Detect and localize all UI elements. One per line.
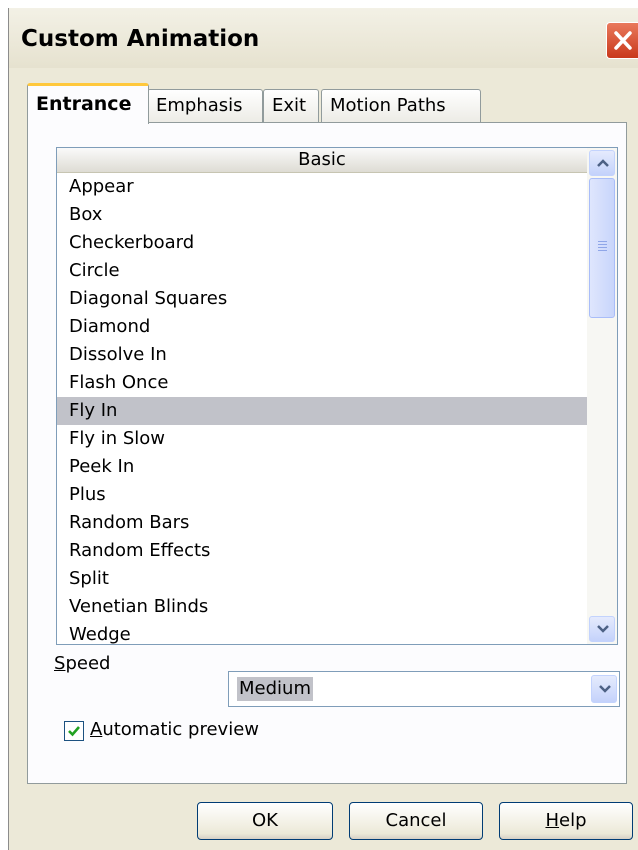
scrollbar-thumb[interactable] [589, 178, 615, 318]
effect-list-item[interactable]: Dissolve In [57, 341, 587, 369]
effect-list-item[interactable]: Circle [57, 257, 587, 285]
speed-label: Speed [54, 653, 111, 674]
effect-list-item[interactable]: Peek In [57, 453, 587, 481]
close-icon [614, 31, 632, 50]
ok-button[interactable]: OK [197, 802, 333, 840]
automatic-preview-checkbox[interactable] [64, 721, 84, 741]
speed-value: Medium [237, 677, 313, 701]
checkmark-icon [68, 726, 80, 737]
tab-exit[interactable]: Exit [263, 89, 319, 123]
effect-list-item[interactable]: Checkerboard [57, 229, 587, 257]
speed-dropdown[interactable]: Medium [228, 671, 620, 707]
cancel-button[interactable]: Cancel [349, 802, 483, 840]
effect-list-item[interactable]: Fly In [57, 397, 587, 425]
scroll-up-button[interactable] [589, 150, 615, 176]
tab-motion-paths[interactable]: Motion Paths [321, 89, 481, 123]
tab-emphasis[interactable]: Emphasis [147, 89, 263, 123]
scroll-down-button[interactable] [589, 616, 615, 642]
window-title: Custom Animation [21, 26, 260, 52]
effect-list-item[interactable]: Random Effects [57, 537, 587, 565]
speed-dropdown-button[interactable] [591, 675, 617, 703]
effect-list-item[interactable]: Fly in Slow [57, 425, 587, 453]
help-button[interactable]: Help [499, 802, 633, 840]
custom-animation-dialog: Custom Animation Entrance Emphasis Exit … [8, 8, 638, 850]
effects-list: Appear Box Checkerboard Circle Diagonal Squa… [57, 173, 587, 644]
grip-icon [598, 241, 607, 253]
effect-list-item[interactable]: Diamond [57, 313, 587, 341]
title-bar[interactable]: Custom Animation [9, 8, 638, 68]
effects-listbox[interactable]: Basic Appear Box Checkerboard Circle Diagona… [56, 147, 618, 645]
vertical-scrollbar[interactable] [587, 148, 617, 644]
effect-list-item[interactable]: Appear [57, 173, 587, 201]
entrance-tab-panel: Basic Appear Box Checkerboard Circle Diagona… [27, 122, 627, 784]
list-category-header: Basic [57, 148, 587, 173]
chevron-up-icon [597, 159, 609, 167]
tab-entrance[interactable]: Entrance [27, 83, 149, 124]
effect-list-item[interactable]: Split [57, 565, 587, 593]
effect-list-item[interactable]: Flash Once [57, 369, 587, 397]
effect-list-item[interactable]: Random Bars [57, 509, 587, 537]
effect-list-item[interactable]: Wedge [57, 621, 587, 644]
effect-list-item[interactable]: Plus [57, 481, 587, 509]
close-button[interactable] [606, 22, 638, 59]
chevron-down-icon [599, 685, 611, 693]
tab-strip: Entrance Emphasis Exit Motion Paths [27, 83, 627, 124]
effect-list-item[interactable]: Diagonal Squares [57, 285, 587, 313]
effect-list-item[interactable]: Venetian Blinds [57, 593, 587, 621]
effect-list-item[interactable]: Box [57, 201, 587, 229]
automatic-preview-label[interactable]: Automatic preview [90, 719, 259, 740]
chevron-down-icon [597, 625, 609, 633]
